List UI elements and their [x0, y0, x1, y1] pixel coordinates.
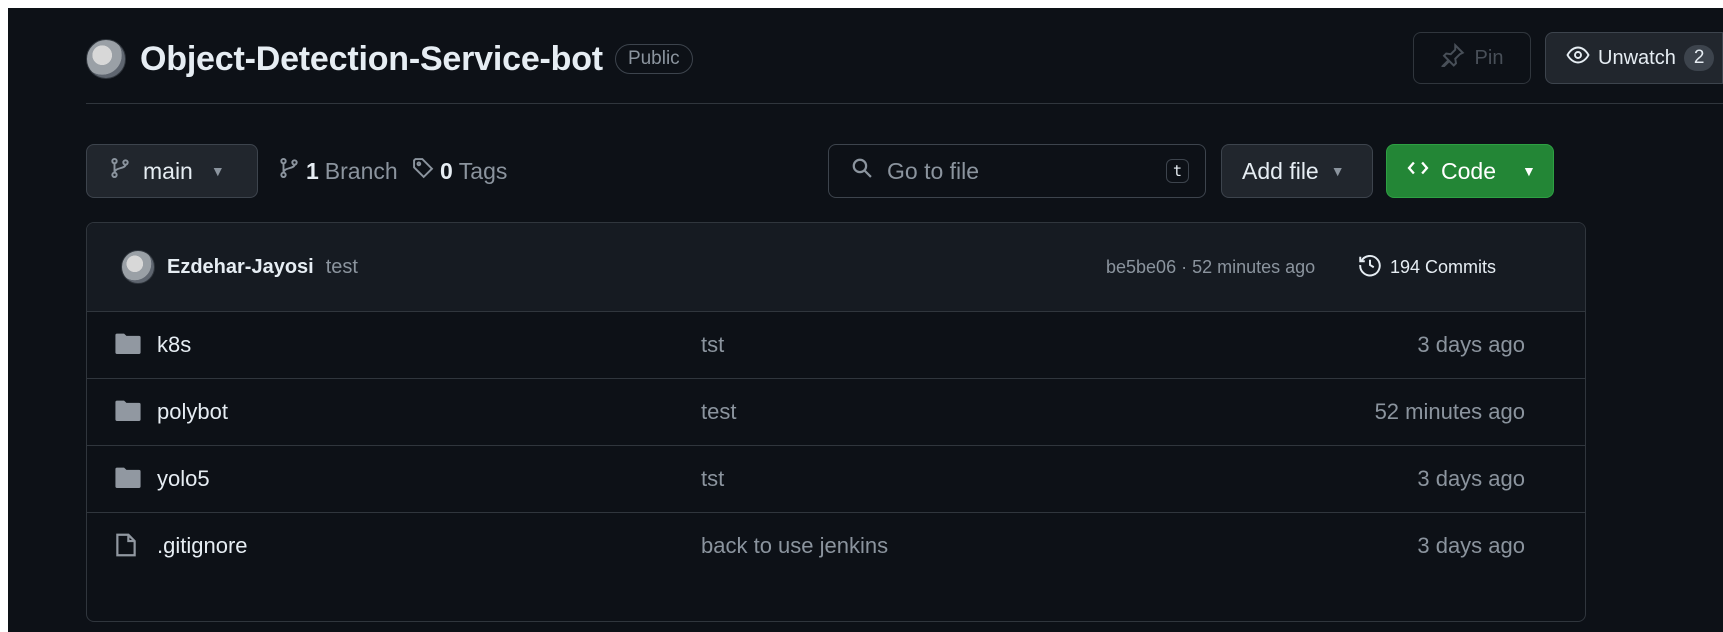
pin-icon	[1440, 42, 1465, 73]
watch-count: 2	[1683, 45, 1715, 71]
folder-icon	[115, 399, 141, 426]
file-table: Ezdehar-Jayosi test be5be06 · 52 minutes…	[86, 222, 1586, 622]
folder-icon	[115, 332, 141, 359]
git-branch-icon	[109, 157, 131, 185]
author-avatar[interactable]	[121, 250, 155, 284]
add-file-button[interactable]: Add file ▼	[1221, 144, 1373, 198]
pin-label: Pin	[1474, 46, 1504, 69]
code-icon	[1407, 157, 1429, 185]
repo-toolbar: main ▼ 1 Branch 0 Tags Go to file t Add …	[86, 144, 1723, 198]
unwatch-button[interactable]: Unwatch 2	[1545, 32, 1723, 84]
commit-hash-time[interactable]: be5be06 · 52 minutes ago	[1106, 257, 1315, 278]
repo-name[interactable]: Object-Detection-Service-bot	[140, 40, 603, 79]
file-age: 3 days ago	[1417, 533, 1525, 558]
branch-count: 1	[306, 157, 319, 184]
file-name[interactable]: .gitignore	[157, 533, 248, 559]
branches-link[interactable]: 1 Branch	[278, 144, 398, 198]
code-label: Code	[1441, 157, 1496, 184]
tag-count: 0	[440, 157, 453, 184]
commits-link[interactable]: 194 Commits	[1358, 253, 1496, 282]
commit-author[interactable]: Ezdehar-Jayosi	[167, 256, 314, 279]
table-row[interactable]: k8s tst 3 days ago	[87, 312, 1585, 379]
file-name[interactable]: k8s	[157, 332, 191, 358]
table-row[interactable]: polybot test 52 minutes ago	[87, 379, 1585, 446]
file-age: 3 days ago	[1417, 332, 1525, 357]
branch-selector[interactable]: main ▼	[86, 144, 258, 198]
latest-commit-row: Ezdehar-Jayosi test be5be06 · 52 minutes…	[87, 223, 1585, 312]
search-icon	[851, 157, 873, 185]
branch-name: main	[143, 157, 193, 184]
chevron-down-icon: ▼	[1521, 163, 1536, 179]
file-commit-message[interactable]: tst	[701, 332, 724, 358]
unwatch-label: Unwatch	[1598, 46, 1676, 69]
file-age: 52 minutes ago	[1374, 399, 1525, 424]
eye-icon	[1566, 43, 1590, 73]
add-file-label: Add file	[1242, 157, 1319, 184]
file-commit-message[interactable]: tst	[701, 466, 724, 492]
table-row[interactable]: yolo5 tst 3 days ago	[87, 446, 1585, 513]
folder-icon	[115, 466, 141, 493]
file-commit-message[interactable]: test	[701, 399, 736, 425]
branch-count-label: Branch	[324, 157, 398, 184]
tag-icon	[412, 157, 434, 185]
owner-avatar[interactable]	[86, 39, 126, 79]
search-placeholder: Go to file	[887, 157, 980, 184]
pin-button[interactable]: Pin	[1413, 32, 1531, 84]
table-row[interactable]: .gitignore back to use jenkins 3 days ag…	[87, 513, 1585, 579]
git-branch-icon	[278, 157, 300, 185]
file-name[interactable]: polybot	[157, 399, 228, 425]
file-age: 3 days ago	[1417, 466, 1525, 491]
history-icon	[1358, 253, 1382, 282]
tags-link[interactable]: 0 Tags	[412, 144, 507, 198]
code-button[interactable]: Code ▼	[1386, 144, 1554, 198]
tag-count-label: Tags	[458, 157, 508, 184]
search-shortcut-key: t	[1165, 159, 1189, 183]
go-to-file-search[interactable]: Go to file t	[828, 144, 1206, 198]
chevron-down-icon: ▼	[1330, 163, 1345, 179]
commits-count: 194 Commits	[1390, 256, 1497, 277]
commit-message[interactable]: test	[326, 256, 358, 279]
repo-page: Object-Detection-Service-bot Public Pin …	[8, 8, 1723, 632]
chevron-down-icon: ▼	[210, 163, 225, 179]
repo-header: Object-Detection-Service-bot Public Pin …	[86, 32, 1723, 86]
header-divider	[86, 103, 1723, 104]
file-commit-message[interactable]: back to use jenkins	[701, 533, 888, 559]
visibility-badge: Public	[614, 44, 693, 74]
file-icon	[115, 532, 137, 563]
file-name[interactable]: yolo5	[157, 466, 210, 492]
